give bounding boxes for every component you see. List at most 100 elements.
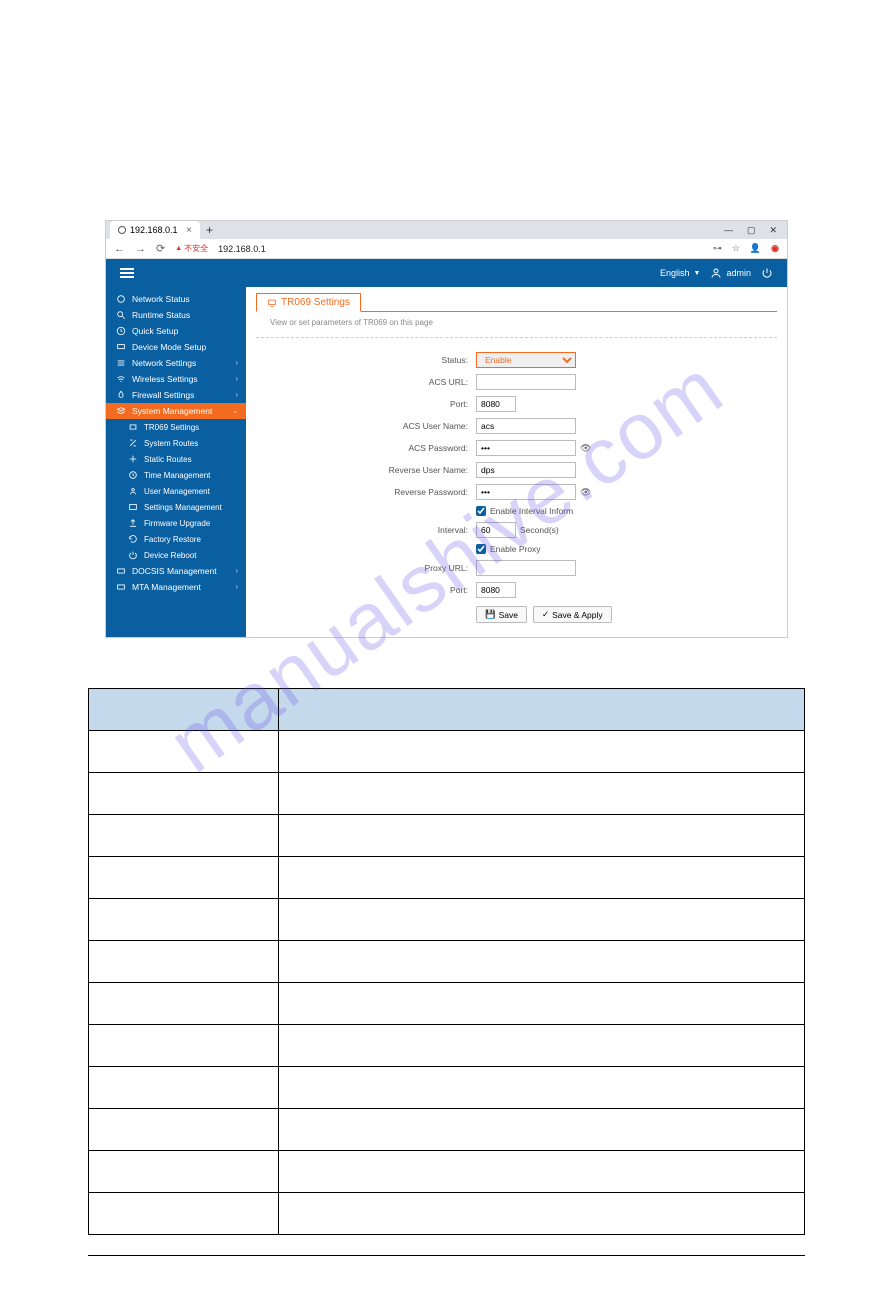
sidebar-label: Quick Setup [132,326,178,336]
window-maximize-icon[interactable]: ▢ [747,225,756,236]
sidebar-label: Network Settings [132,358,196,368]
sidebar-sub-tr069[interactable]: TR069 Settings [106,419,246,435]
enable-inform-checkbox[interactable] [476,506,486,516]
sidebar-sub-time-management[interactable]: Time Management [106,467,246,483]
proxy-url-input[interactable] [476,560,576,576]
sidebar-label: Wireless Settings [132,374,198,384]
eye-icon[interactable]: 👁 [580,487,591,498]
sidebar-label: DOCSIS Management [132,566,217,576]
sidebar-item-quick-setup[interactable]: Quick Setup [106,323,246,339]
sidebar-sub-user-management[interactable]: User Management [106,483,246,499]
power-icon[interactable] [761,267,773,279]
sidebar-item-firewall-settings[interactable]: Firewall Settings› [106,387,246,403]
clock-icon [128,470,138,480]
enable-proxy-label: Enable Proxy [490,544,541,554]
table-row [89,731,805,773]
sidebar-label: Runtime Status [132,310,190,320]
key-icon[interactable]: ⊶ [713,243,722,254]
window-minimize-icon[interactable]: — [724,225,733,236]
table-header-description [279,689,805,731]
reboot-icon [128,550,138,560]
static-routes-icon [128,454,138,464]
globe-icon [118,226,126,234]
sidebar-label: TR069 Settings [144,423,199,432]
content-tab-header: TR069 Settings [256,293,777,312]
save-button[interactable]: 💾Save [476,606,527,623]
browser-tab[interactable]: 192.168.0.1 × [110,221,200,239]
sidebar: Network Status Runtime Status Quick Setu… [106,287,246,637]
port1-input[interactable] [476,396,516,412]
new-tab-button[interactable]: + [200,223,219,237]
sidebar-item-device-mode[interactable]: Device Mode Setup [106,339,246,355]
table-header-item [89,689,279,731]
language-selector[interactable]: English [660,268,690,278]
port2-input[interactable] [476,582,516,598]
tab-close-icon[interactable]: × [186,225,192,236]
rev-pwd-input[interactable] [476,484,576,500]
sidebar-label: Device Reboot [144,551,196,560]
address-url[interactable]: 192.168.0.1 [218,244,266,254]
interval-label: Interval: [246,525,476,535]
user-icon [710,267,722,279]
hamburger-icon[interactable] [120,268,134,278]
interval-input[interactable] [476,522,516,538]
sidebar-item-mta-management[interactable]: MTA Management › [106,579,246,595]
acs-user-input[interactable] [476,418,576,434]
net-icon [116,358,126,368]
search-icon [116,310,126,320]
interval-unit: Second(s) [520,525,559,535]
sidebar-label: Network Status [132,294,190,304]
rev-user-input[interactable] [476,462,576,478]
mta-icon [116,582,126,592]
extension-icon[interactable]: ◉ [771,243,779,254]
settings-sub-icon [128,422,138,432]
sidebar-item-docsis-management[interactable]: DOCSIS Management› [106,563,246,579]
sidebar-sub-factory-restore[interactable]: Factory Restore [106,531,246,547]
browser-window: 192.168.0.1 × + — ▢ ✕ ← → ⟳ 不安全 192.168.… [105,220,788,638]
sidebar-item-network-status[interactable]: Network Status [106,291,246,307]
nav-back-icon[interactable]: ← [114,243,125,255]
sidebar-item-network-settings[interactable]: Network Settings› [106,355,246,371]
tab-tr069-settings[interactable]: TR069 Settings [256,293,361,312]
sidebar-item-runtime-status[interactable]: Runtime Status [106,307,246,323]
table-row [89,1025,805,1067]
definition-table [88,688,805,1235]
nav-forward-icon[interactable]: → [135,243,146,255]
table-row [89,1193,805,1235]
eye-icon[interactable]: 👁 [580,443,591,454]
sidebar-sub-system-routes[interactable]: System Routes [106,435,246,451]
acs-url-input[interactable] [476,374,576,390]
layers-icon [116,406,126,416]
acs-pwd-label: ACS Password: [246,443,476,453]
bookmark-icon[interactable]: ☆ [732,243,740,254]
sidebar-sub-device-reboot[interactable]: Device Reboot [106,547,246,563]
sidebar-sub-settings-management[interactable]: Settings Management [106,499,246,515]
sidebar-sub-firmware-upgrade[interactable]: Firmware Upgrade [106,515,246,531]
app-header: English ▼ admin [106,259,787,287]
status-select[interactable]: Enable [476,352,576,368]
insecure-warning: 不安全 [175,243,208,254]
sidebar-label: Settings Management [144,503,222,512]
sidebar-sub-static-routes[interactable]: Static Routes [106,451,246,467]
rev-user-label: Reverse User Name: [246,465,476,475]
profile-icon[interactable]: 👤 [750,243,761,254]
content-area: TR069 Settings View or set parameters of… [246,287,787,637]
nav-reload-icon[interactable]: ⟳ [156,242,165,255]
status-label: Status: [246,355,476,365]
sidebar-item-system-management[interactable]: System Management⌄ [106,403,246,419]
sidebar-item-wireless-settings[interactable]: Wireless Settings › [106,371,246,387]
port2-label: Port: [246,585,476,595]
table-row [89,773,805,815]
tab-title: 192.168.0.1 [130,225,178,235]
chevron-right-icon: › [236,376,238,383]
browser-addressbar: ← → ⟳ 不安全 192.168.0.1 ⊶ ☆ 👤 ◉ [106,239,787,259]
enable-proxy-checkbox[interactable] [476,544,486,554]
chevron-down-icon: ⌄ [232,407,238,415]
chevron-right-icon: › [236,584,238,591]
tr069-form: Status: Enable ACS URL: Port: ACS User N… [246,338,787,623]
save-apply-button[interactable]: ✓Save & Apply [533,606,612,623]
acs-pwd-input[interactable] [476,440,576,456]
window-close-icon[interactable]: ✕ [769,225,777,236]
sidebar-label: MTA Management [132,582,201,592]
footer-rule [88,1255,805,1256]
